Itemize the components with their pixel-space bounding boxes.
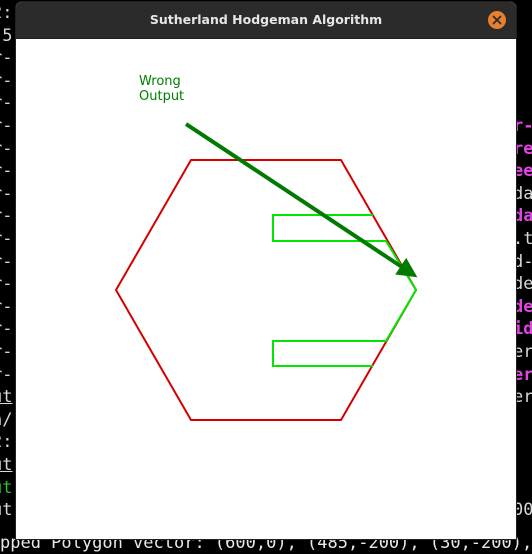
terminal-line-left: r- bbox=[0, 229, 13, 249]
terminal-line-left: r- bbox=[0, 48, 13, 69]
terminal-line-left: r- bbox=[0, 319, 13, 340]
terminal-line-left: r- bbox=[0, 296, 13, 317]
annotation-label-line2: Output bbox=[139, 89, 184, 104]
close-button[interactable] bbox=[488, 11, 506, 29]
terminal-line-left: r- bbox=[0, 161, 13, 182]
terminal-line-left: r- bbox=[0, 116, 13, 136]
terminal-line-left: r- bbox=[0, 251, 13, 272]
terminal-line-left: ut bbox=[0, 500, 13, 521]
terminal-line-left: r- bbox=[0, 342, 13, 362]
terminal-line-left: r- bbox=[0, 93, 13, 114]
terminal-line-left: ut bbox=[0, 477, 13, 498]
window-title: Sutherland Hodgeman Algorithm bbox=[149, 12, 383, 27]
drawing-canvas: Wrong Output bbox=[114, 74, 418, 421]
annotation-label-line1: Wrong bbox=[139, 74, 181, 89]
terminal-line-left: r- bbox=[0, 364, 13, 385]
subject-polygon bbox=[114, 159, 418, 421]
terminal-line-left: r- bbox=[0, 206, 13, 227]
terminal-line-left: r- bbox=[0, 70, 13, 91]
terminal-line-left: ut bbox=[0, 455, 13, 475]
window-titlebar[interactable]: Sutherland Hodgeman Algorithm bbox=[16, 2, 516, 39]
terminal-line-left: 2: bbox=[0, 432, 13, 453]
terminal-line-left: r- bbox=[0, 183, 13, 204]
close-icon bbox=[492, 15, 502, 25]
terminal-line-left: .5 bbox=[0, 25, 13, 46]
annotation-arrow bbox=[184, 122, 418, 278]
terminal-line-left: n/ bbox=[0, 409, 13, 430]
algorithm-window: Sutherland Hodgeman Algorithm Wrong Outp… bbox=[16, 2, 516, 539]
terminal-line-left: r- bbox=[0, 274, 13, 295]
clipped-polygon-output bbox=[272, 214, 418, 367]
terminal-line-left: 2: bbox=[0, 3, 13, 23]
terminal-line-left: ut bbox=[0, 387, 13, 408]
terminal-line-left: r- bbox=[0, 138, 13, 159]
